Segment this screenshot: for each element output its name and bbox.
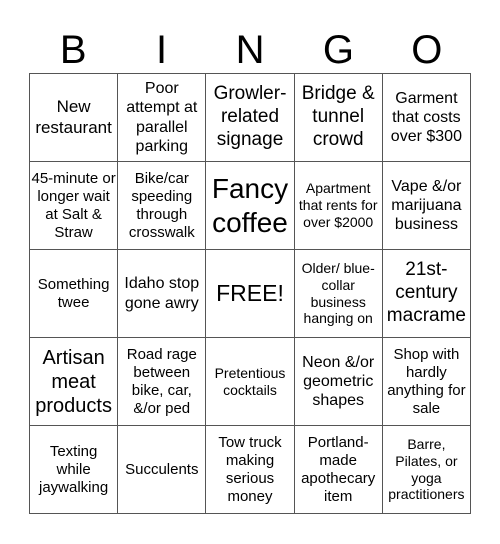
bingo-cell[interactable]: 45-minute or longer wait at Salt & Straw [30,162,119,250]
bingo-cell[interactable]: Texting while jaywalking [30,426,119,514]
bingo-cell[interactable]: Succulents [118,426,207,514]
bingo-cell[interactable]: Neon &/or geometric shapes [294,338,383,426]
bingo-grid: New restaurant Poor attempt at parallel … [29,73,471,514]
bingo-cell[interactable]: Bridge & tunnel crowd [294,74,383,162]
header-letter-g: G [322,28,354,72]
bingo-cell[interactable]: Bike/car speeding through crosswalk [118,162,207,250]
bingo-cell[interactable]: Vape &/or marijuana business [382,162,471,250]
bingo-cell[interactable]: Fancy coffee [206,162,295,250]
bingo-cell[interactable]: Idaho stop gone awry [118,250,207,338]
bingo-cell[interactable]: Apartment that rents for over $2000 [294,162,383,250]
bingo-cell[interactable]: Poor attempt at parallel parking [118,74,207,162]
header-letter-i: I [156,28,168,72]
header-letter-o: O [411,28,443,72]
bingo-cell[interactable]: Portland-made apothecary item [294,426,383,514]
bingo-cell[interactable]: Road rage between bike, car, &/or ped [118,338,207,426]
bingo-cell[interactable]: Garment that costs over $300 [382,74,471,162]
bingo-cell[interactable]: New restaurant [30,74,119,162]
bingo-cell[interactable]: Pretentious cocktails [206,338,295,426]
bingo-cell[interactable]: Something twee [30,250,119,338]
bingo-header: B I N G O [29,28,471,72]
header-letter-n: N [235,28,265,72]
bingo-cell[interactable]: Shop with hardly anything for sale [382,338,471,426]
bingo-cell[interactable]: Artisan meat products [30,338,119,426]
bingo-cell[interactable]: Older/ blue-collar business hanging on [294,250,383,338]
header-letter-b: B [59,28,87,72]
bingo-cell[interactable]: Tow truck making serious money [206,426,295,514]
bingo-cell[interactable]: Growler-related signage [206,74,295,162]
bingo-cell[interactable]: Barre, Pilates, or yoga practitioners [382,426,471,514]
bingo-cell[interactable]: 21st-century macrame [382,250,471,338]
free-space[interactable]: FREE! [206,250,295,338]
